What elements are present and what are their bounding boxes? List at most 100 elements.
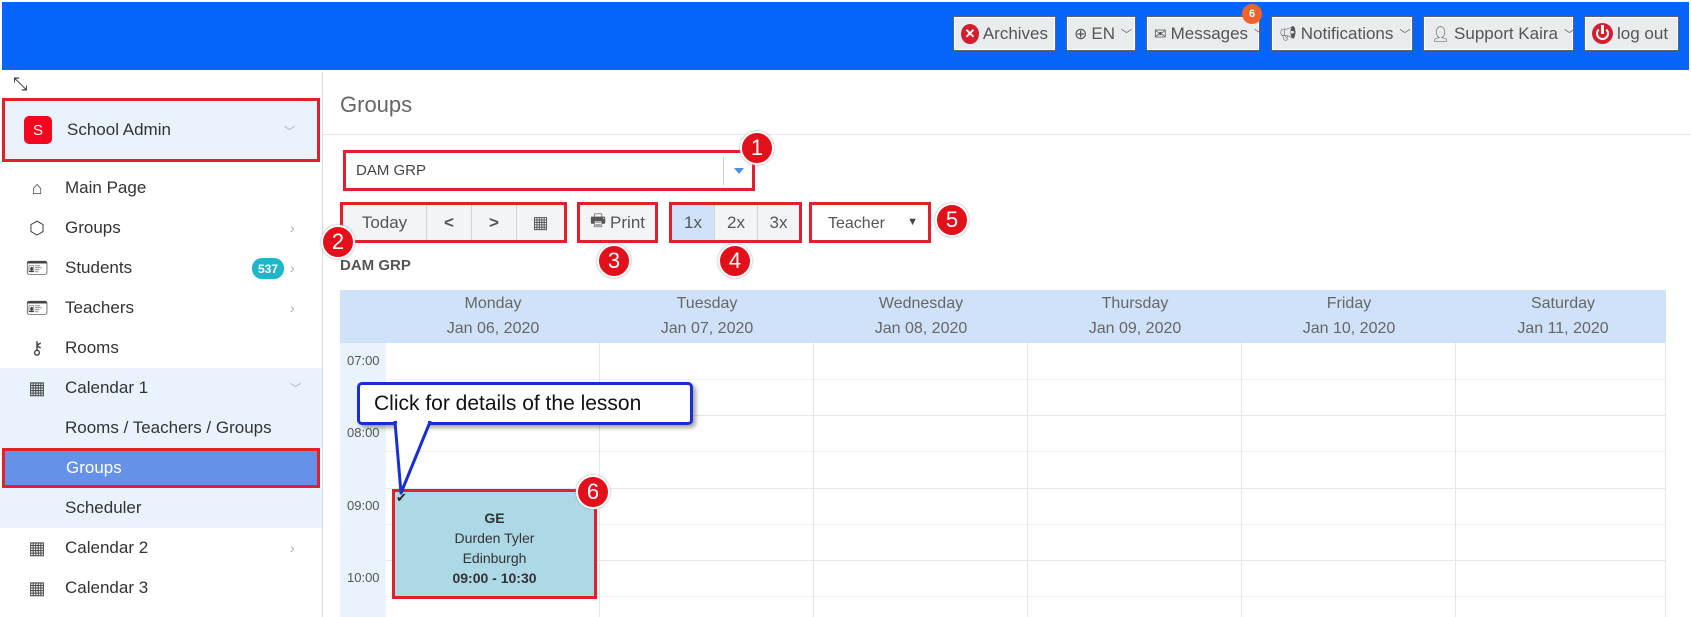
- user-icon: 👤︎: [1431, 25, 1451, 43]
- close-circle-icon: ✕: [961, 23, 979, 44]
- day-date: Jan 09, 2020: [1088, 320, 1182, 337]
- callout-tooltip: Click for details of the lesson: [357, 382, 693, 425]
- archives-button[interactable]: ✕ Archives: [953, 16, 1056, 51]
- lesson-teacher: Durden Tyler: [454, 530, 535, 546]
- key-icon: ⚷: [30, 337, 44, 358]
- print-label: Print: [610, 212, 646, 232]
- messages-label: Messages: [1170, 23, 1249, 43]
- calendar-icon: ▦: [28, 377, 46, 398]
- day-date: Jan 11, 2020: [1517, 320, 1609, 337]
- id-card-icon: 🪪︎: [25, 257, 49, 278]
- archives-label: Archives: [982, 23, 1048, 43]
- app-root: { "header": { "archives": "Archives", "l…: [0, 0, 1691, 617]
- sidebar-item-teachers[interactable]: 🪪︎ Teachers ›: [0, 288, 322, 328]
- sidebar-item-students[interactable]: 🪪︎ Students 537 ›: [0, 248, 322, 288]
- calendar-icon: ▦: [28, 537, 46, 558]
- day-divider: [1455, 343, 1456, 617]
- account-switcher[interactable]: S School Admin ﹀: [2, 98, 320, 162]
- lesson-location: Edinburgh: [462, 550, 527, 566]
- group-name-heading: DAM GRP: [340, 257, 411, 274]
- day-name: Tuesday: [676, 295, 738, 312]
- print-button[interactable]: 🖶︎ Print: [580, 205, 655, 240]
- sidebar-item-calendar-3[interactable]: ▦ Calendar 3: [0, 568, 322, 608]
- caret-down-icon: [734, 168, 744, 174]
- chevron-right-icon: ›: [290, 220, 295, 236]
- chevron-right-icon: ›: [290, 540, 295, 556]
- notifications-dropdown[interactable]: 📢︎ Notifications ﹀: [1271, 16, 1413, 51]
- calendar-icon: ▦: [28, 577, 46, 598]
- marker-3: 3: [597, 244, 631, 278]
- sidebar-item-label: Scheduler: [65, 498, 142, 517]
- zoom-button-group: 1x 2x 3x: [669, 202, 802, 243]
- day-divider: [1241, 343, 1242, 617]
- time-label: 10:00: [347, 570, 380, 585]
- day-name: Monday: [464, 295, 522, 312]
- divider: [323, 134, 1691, 135]
- lesson-event[interactable]: GE Durden Tyler Edinburgh 09:00 - 10:30: [392, 489, 597, 599]
- logout-label: log out: [1617, 23, 1669, 43]
- date-picker-button[interactable]: ▦: [517, 205, 564, 240]
- marker-1: 1: [740, 131, 774, 165]
- sidebar-item-label: Groups: [65, 218, 121, 237]
- language-dropdown[interactable]: ⊕ EN ﹀: [1066, 16, 1136, 51]
- view-select[interactable]: Teacher ▼: [809, 202, 931, 243]
- group-select[interactable]: DAM GRP: [343, 150, 755, 191]
- user-dropdown[interactable]: 👤︎ Support Kaira ﹀: [1423, 16, 1575, 51]
- day-header-tuesday: Tuesday Jan 07, 2020: [600, 290, 814, 343]
- sidebar-item-label: Calendar 2: [65, 538, 149, 557]
- grid-line: [386, 451, 1666, 452]
- cube-icon: ⬡: [29, 217, 45, 238]
- chevron-down-icon: ﹀: [290, 383, 301, 395]
- messages-count-badge: 6: [1242, 4, 1262, 24]
- collapse-icon[interactable]: ⤡: [13, 74, 27, 95]
- page-title: Groups: [340, 92, 413, 117]
- prev-button[interactable]: <: [427, 205, 472, 240]
- chevron-down-icon: ﹀: [1399, 28, 1411, 41]
- day-name: Friday: [1326, 295, 1372, 312]
- time-label: 09:00: [347, 498, 380, 513]
- avatar: S: [24, 116, 52, 144]
- zoom-3x-button[interactable]: 3x: [758, 205, 799, 240]
- time-label: 08:00: [347, 425, 380, 440]
- chevron-left-icon: <: [444, 212, 454, 232]
- day-header-wednesday: Wednesday Jan 08, 2020: [814, 290, 1028, 343]
- chevron-down-icon: ﹀: [284, 126, 295, 138]
- calendar-header: Monday Jan 06, 2020 Tuesday Jan 07, 2020…: [340, 290, 1666, 343]
- language-label: EN: [1091, 23, 1116, 43]
- today-button[interactable]: Today: [343, 205, 427, 240]
- megaphone-icon: 📢︎: [1279, 25, 1297, 41]
- sidebar-item-rooms[interactable]: ⚷ Rooms: [0, 328, 322, 368]
- power-icon: [1592, 23, 1613, 44]
- account-label: School Admin: [67, 120, 171, 139]
- view-select-value: Teacher: [828, 215, 885, 232]
- sidebar-item-groups-active[interactable]: Groups: [2, 448, 320, 488]
- home-icon: ⌂: [31, 177, 43, 198]
- day-header-friday: Friday Jan 10, 2020: [1242, 290, 1456, 343]
- messages-dropdown[interactable]: ✉ Messages ﹀: [1146, 16, 1265, 51]
- day-divider: [1027, 343, 1028, 617]
- zoom-1x-button[interactable]: 1x: [672, 205, 715, 240]
- marker-5: 5: [935, 203, 969, 237]
- divider: [723, 157, 724, 185]
- sidebar-item-calendar-1[interactable]: ▦ Calendar 1 ﹀: [0, 368, 322, 408]
- sidebar-item-groups[interactable]: ⬡ Groups ›: [0, 208, 322, 248]
- lesson-time: 09:00 - 10:30: [452, 570, 537, 586]
- logout-button[interactable]: log out: [1584, 16, 1679, 51]
- id-card-icon: 🪪︎: [25, 297, 49, 318]
- chevron-right-icon: ›: [290, 260, 295, 276]
- sidebar-item-rooms-teachers-groups[interactable]: Rooms / Teachers / Groups: [0, 408, 322, 448]
- marker-6: 6: [576, 475, 610, 509]
- sidebar-item-main-page[interactable]: ⌂ Main Page: [0, 168, 322, 208]
- sidebar-item-scheduler[interactable]: Scheduler: [0, 488, 322, 528]
- next-button[interactable]: >: [472, 205, 517, 240]
- zoom-2x-button[interactable]: 2x: [715, 205, 758, 240]
- day-name: Saturday: [1530, 295, 1596, 312]
- group-select-value: DAM GRP: [356, 162, 427, 179]
- callout-pointer: [393, 421, 432, 495]
- sidebar-item-calendar-2[interactable]: ▦ Calendar 2 ›: [0, 528, 322, 568]
- day-header-thursday: Thursday Jan 09, 2020: [1028, 290, 1242, 343]
- grid-line: [386, 379, 1666, 380]
- printer-icon: 🖶︎: [589, 211, 607, 230]
- sidebar: ⤡ S School Admin ﹀ ⌂ Main Page ⬡ Groups …: [0, 72, 323, 617]
- chevron-down-icon: ﹀: [1564, 28, 1575, 41]
